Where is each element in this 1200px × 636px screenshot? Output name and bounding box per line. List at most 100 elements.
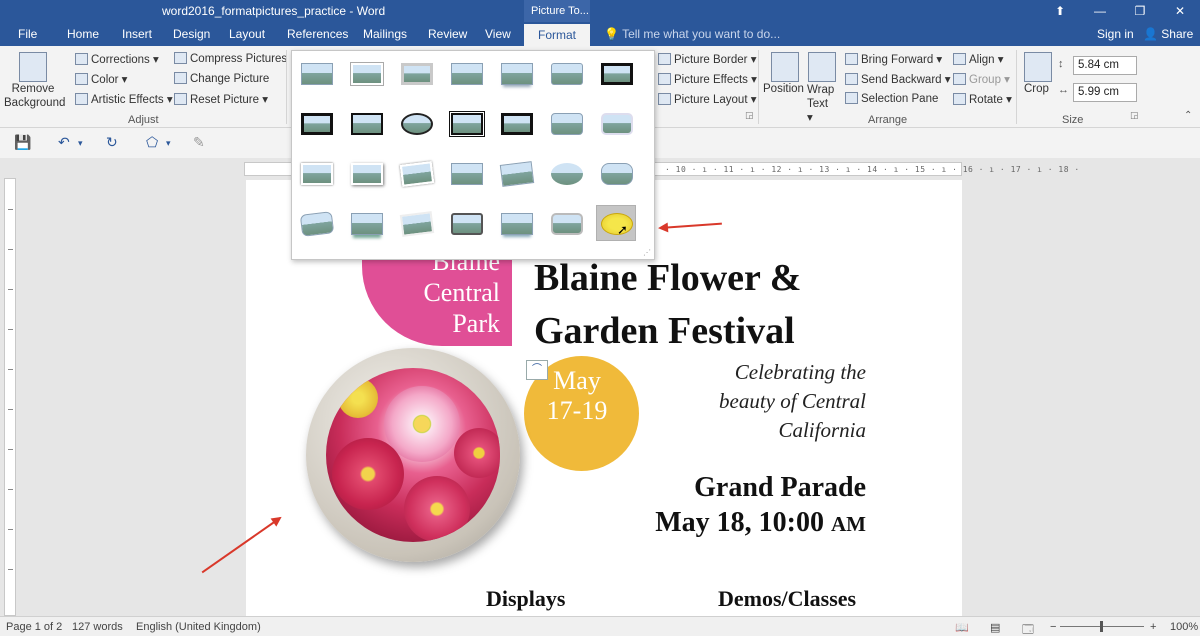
redo-icon[interactable]: ↻ <box>106 134 118 151</box>
tell-me-search[interactable]: 💡 Tell me what you want to do... <box>604 27 780 41</box>
parade-block[interactable]: Grand Parade May 18, 10:00 AM <box>600 470 866 542</box>
picture-style-option[interactable] <box>446 155 486 191</box>
reset-picture-button[interactable]: Reset Picture ▾ <box>174 92 268 106</box>
shapes-icon[interactable]: ⬠ <box>146 134 158 151</box>
tab-layout[interactable]: Layout <box>229 27 265 41</box>
picture-style-option[interactable] <box>346 55 386 91</box>
wrap-text-button[interactable]: Wrap Text ▾ <box>807 83 837 125</box>
picture-style-option[interactable] <box>346 155 386 191</box>
rotate-button[interactable]: Rotate ▾ <box>953 92 1012 106</box>
share-button[interactable]: 👤 Share <box>1143 27 1193 41</box>
picture-style-option[interactable] <box>596 155 636 191</box>
picture-style-option[interactable] <box>546 55 586 91</box>
layout-options-icon[interactable]: ⌒ <box>526 360 548 380</box>
artistic-effects-button[interactable]: Artistic Effects ▾ <box>75 92 173 106</box>
picture-style-option[interactable] <box>396 205 436 241</box>
picture-style-option[interactable] <box>496 205 536 241</box>
tab-design[interactable]: Design <box>173 27 210 41</box>
picture-style-option[interactable] <box>396 105 436 141</box>
vertical-ruler[interactable] <box>4 178 16 616</box>
compress-pictures-button[interactable]: Compress Pictures <box>174 52 287 65</box>
picture-style-option[interactable] <box>396 155 436 191</box>
print-layout-icon[interactable]: ▤ <box>990 621 1000 634</box>
picture-style-option[interactable] <box>296 105 336 141</box>
change-picture-button[interactable]: Change Picture <box>174 72 269 85</box>
tab-references[interactable]: References <box>287 27 348 41</box>
bring-forward-button[interactable]: Bring Forward ▾ <box>845 52 942 66</box>
picture-style-option[interactable] <box>596 105 636 141</box>
picture-style-option[interactable] <box>546 205 586 241</box>
tagline[interactable]: Celebrating the beauty of Central Califo… <box>690 358 866 445</box>
picture-style-option[interactable] <box>296 55 336 91</box>
tab-format[interactable]: Format <box>524 24 591 46</box>
undo-icon[interactable]: ↶ <box>58 134 70 151</box>
tab-home[interactable]: Home <box>67 27 99 41</box>
height-input[interactable]: 5.84 cm <box>1073 56 1137 75</box>
picture-style-option-selected[interactable]: ➚ <box>596 205 636 241</box>
tab-view[interactable]: View <box>485 27 511 41</box>
color-label: Color ▾ <box>91 74 128 86</box>
sign-in-link[interactable]: Sign in <box>1097 27 1134 41</box>
read-mode-icon[interactable]: 📖 <box>955 621 969 634</box>
picture-style-option[interactable] <box>446 105 486 141</box>
picture-style-option[interactable] <box>396 55 436 91</box>
zoom-slider-thumb[interactable] <box>1100 621 1103 632</box>
picture-style-option[interactable] <box>346 105 386 141</box>
zoom-in-icon[interactable]: + <box>1150 621 1156 633</box>
remove-background-button[interactable]: Remove Background <box>4 82 65 110</box>
bring-forward-label: Bring Forward ▾ <box>861 54 943 66</box>
undo-dropdown-icon[interactable]: ▾ <box>78 138 83 149</box>
event-title[interactable]: Blaine Flower & Garden Festival <box>534 252 801 358</box>
flower-picture[interactable] <box>306 348 520 562</box>
align-button[interactable]: Align ▾ <box>953 52 1004 66</box>
close-button[interactable]: ✕ <box>1160 2 1200 20</box>
style-thumbnail <box>399 211 435 237</box>
picture-style-option[interactable] <box>296 155 336 191</box>
crop-button[interactable]: Crop <box>1024 83 1049 95</box>
picture-style-option[interactable] <box>296 205 336 241</box>
corrections-button[interactable]: Corrections ▾ <box>75 52 159 66</box>
picture-style-option[interactable] <box>346 205 386 241</box>
width-input[interactable]: 5.99 cm <box>1073 83 1137 102</box>
tab-review[interactable]: Review <box>428 27 467 41</box>
picture-style-option[interactable] <box>546 105 586 141</box>
picture-style-option[interactable] <box>496 105 536 141</box>
lightbulb-icon: 💡 <box>604 27 619 41</box>
selection-pane-button[interactable]: Selection Pane <box>845 92 938 105</box>
picture-style-option[interactable] <box>446 55 486 91</box>
collapse-ribbon-icon[interactable]: ⌃ <box>1184 110 1192 121</box>
ribbon-display-options-icon[interactable]: ⬆ <box>1040 2 1080 20</box>
web-layout-icon[interactable]: 🗔 <box>1022 621 1034 636</box>
picture-effects-button[interactable]: Picture Effects ▾ <box>658 72 757 86</box>
minimize-button[interactable]: — <box>1080 2 1120 20</box>
picture-styles-launcher-icon[interactable]: ◲ <box>745 110 754 121</box>
title-bar: word2016_formatpictures_practice - Word … <box>0 0 1200 22</box>
resize-grip-icon[interactable]: ⋰ <box>643 248 651 257</box>
tab-file[interactable]: File <box>18 27 37 41</box>
picture-style-option[interactable] <box>446 205 486 241</box>
page-count[interactable]: Page 1 of 2 <box>6 621 62 633</box>
picture-border-button[interactable]: Picture Border ▾ <box>658 52 756 66</box>
size-launcher-icon[interactable]: ◲ <box>1130 110 1139 121</box>
zoom-level[interactable]: 100% <box>1170 621 1198 633</box>
picture-layout-button[interactable]: Picture Layout ▾ <box>658 92 756 106</box>
picture-style-option[interactable] <box>496 55 536 91</box>
color-button[interactable]: Color ▾ <box>75 72 127 86</box>
restore-button[interactable]: ❐ <box>1120 2 1160 20</box>
shapes-dropdown-icon[interactable]: ▾ <box>166 138 171 149</box>
position-button[interactable]: Position <box>763 83 804 95</box>
send-backward-button[interactable]: Send Backward ▾ <box>845 72 951 86</box>
picture-style-option[interactable] <box>546 155 586 191</box>
picture-style-option[interactable] <box>596 55 636 91</box>
picture-style-option[interactable] <box>496 155 536 191</box>
zoom-out-icon[interactable]: − <box>1050 621 1056 633</box>
section-heading-demos[interactable]: Demos/Classes <box>718 586 856 612</box>
save-icon[interactable]: 💾 <box>14 134 31 151</box>
tab-mailings[interactable]: Mailings <box>363 27 407 41</box>
group-button[interactable]: Group ▾ <box>953 72 1010 86</box>
word-count[interactable]: 127 words <box>72 621 123 633</box>
tab-insert[interactable]: Insert <box>122 27 152 41</box>
section-heading-displays[interactable]: Displays <box>486 586 565 612</box>
language[interactable]: English (United Kingdom) <box>136 621 261 633</box>
edit-icon[interactable]: ✎ <box>193 134 205 151</box>
